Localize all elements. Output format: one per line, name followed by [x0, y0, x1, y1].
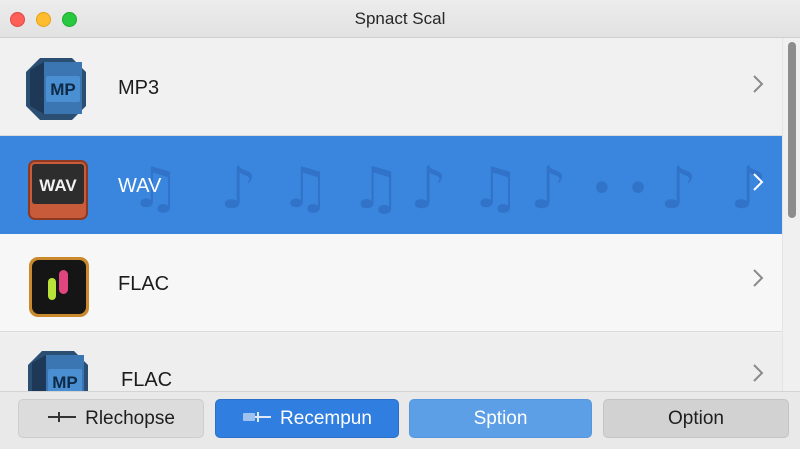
- wav-icon-text: WAV: [39, 176, 77, 195]
- chevron-right-icon: [752, 363, 764, 383]
- mp3-file-icon: MP: [24, 56, 88, 122]
- music-note-icon: ♪: [220, 154, 258, 222]
- list-item-label: MP3: [118, 77, 160, 99]
- list-item-flac-2[interactable]: MP FLAC: [0, 333, 782, 393]
- format-list: MP MP3 ♫ ♪ ♫ ♫ ♪ ♫ ♪ • • ♪ ♪ WAV WAV FLA…: [0, 38, 782, 393]
- list-item-label: FLAC: [118, 273, 170, 295]
- list-scrollbar[interactable]: [782, 38, 800, 393]
- music-note-icon: • •: [590, 166, 650, 212]
- list-item-flac[interactable]: FLAC: [0, 234, 782, 332]
- chevron-right-icon: [752, 268, 764, 288]
- wav-file-icon: WAV: [28, 160, 88, 220]
- sption-button[interactable]: Sption: [409, 399, 592, 438]
- button-label: Rlechopse: [85, 407, 175, 429]
- recempun-button[interactable]: Recempun: [215, 399, 399, 438]
- music-note-icon: ♫: [470, 156, 521, 221]
- flac-app-icon: [28, 256, 90, 318]
- music-note-icon: ♫: [350, 154, 402, 222]
- music-note-icon: ♪: [410, 154, 448, 222]
- mp3-icon-text: MP: [52, 373, 78, 392]
- button-label: Recempun: [280, 407, 372, 429]
- music-note-icon: ♫: [280, 156, 331, 221]
- list-item-wav[interactable]: ♫ ♪ ♫ ♫ ♪ ♫ ♪ • • ♪ ♪ WAV WAV: [0, 136, 782, 234]
- scrollbar-thumb[interactable]: [788, 42, 796, 218]
- list-item-mp3[interactable]: MP MP3: [0, 38, 782, 136]
- chevron-right-icon: [752, 74, 764, 94]
- music-notes-decoration: ♫ ♪ ♫ ♫ ♪ ♫ ♪ • • ♪ ♪: [130, 136, 780, 234]
- chevron-right-icon: [752, 172, 764, 192]
- button-label: Sption: [473, 407, 528, 429]
- title-bar: Spnact Scal: [0, 0, 800, 38]
- list-item-label: WAV: [118, 175, 162, 197]
- option-button[interactable]: Option: [603, 399, 789, 438]
- button-label: Option: [668, 407, 724, 429]
- window-title: Spnact Scal: [354, 9, 446, 28]
- music-note-icon: ♪: [530, 154, 568, 222]
- bottom-toolbar: Rlechopse Recempun Sption Option: [0, 391, 800, 449]
- mp3-file-icon: MP: [26, 349, 90, 393]
- list-item-label: FLAC: [121, 369, 173, 391]
- mp3-icon-text: MP: [50, 80, 76, 99]
- music-note-icon: ♪: [660, 154, 698, 222]
- slider-icon: [242, 408, 272, 430]
- minus-line-icon: [47, 408, 77, 430]
- rlechopse-button[interactable]: Rlechopse: [18, 399, 204, 438]
- app-window: Spnact Scal MP MP3 ♫ ♪ ♫ ♫ ♪ ♫ ♪ • • ♪ ♪…: [0, 0, 800, 449]
